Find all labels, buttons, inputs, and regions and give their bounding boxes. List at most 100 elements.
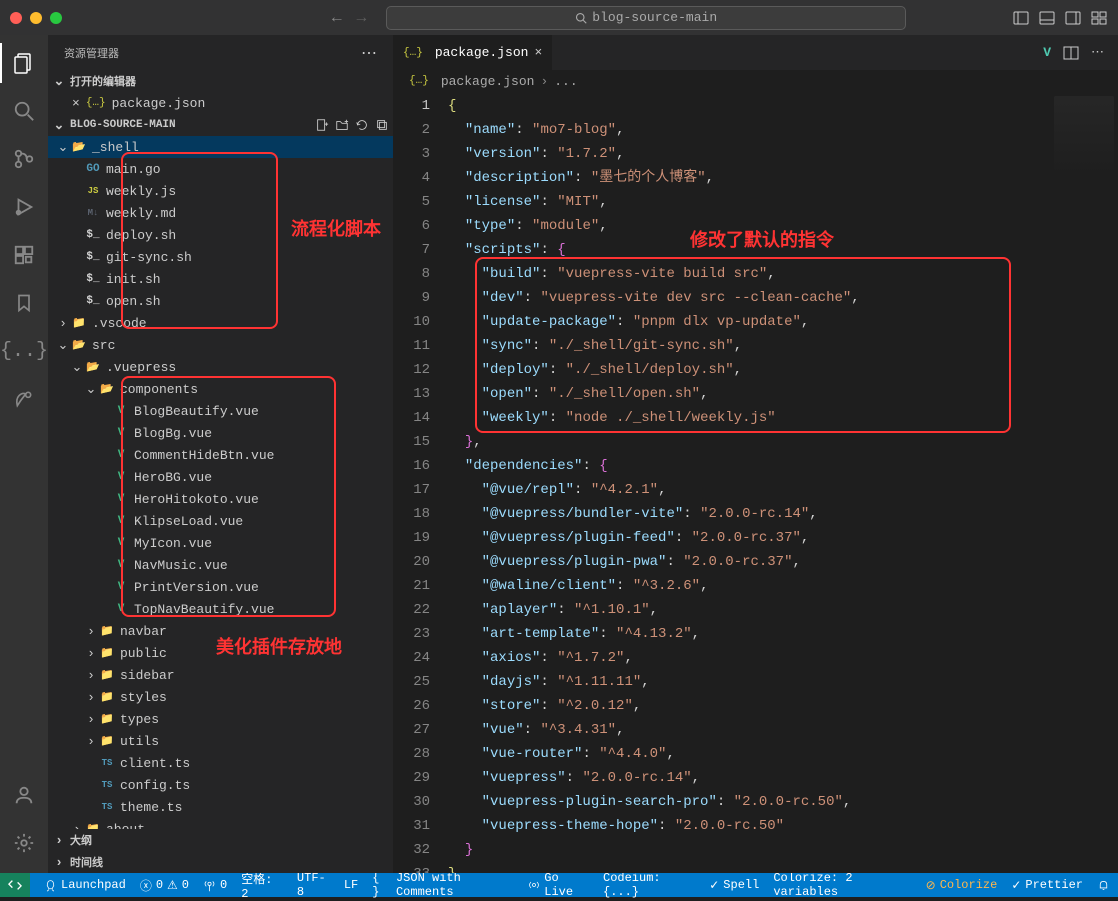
tree-file[interactable]: VHeroBG.vue — [48, 466, 393, 488]
more-actions-icon[interactable]: ⋯ — [1091, 45, 1104, 60]
tree-file[interactable]: $_deploy.sh — [48, 224, 393, 246]
tree-folder[interactable]: ›📁utils — [48, 730, 393, 752]
timeline-section[interactable]: › 时间线 — [48, 851, 393, 873]
tree-file[interactable]: VNavMusic.vue — [48, 554, 393, 576]
customize-layout-icon[interactable] — [1090, 9, 1108, 27]
run-debug-activity-icon[interactable] — [0, 187, 48, 227]
breadcrumb[interactable]: {…} package.json › ... — [393, 70, 1118, 92]
tree-file[interactable]: VBlogBg.vue — [48, 422, 393, 444]
go-live-status[interactable]: Go Live — [528, 871, 589, 899]
code-content: { "name": "mo7-blog", "version": "1.7.2"… — [448, 92, 1118, 873]
tree-file[interactable]: VKlipseLoad.vue — [48, 510, 393, 532]
prettier-status[interactable]: ✓Prettier — [1011, 878, 1083, 893]
tree-file[interactable]: TSclient.ts — [48, 752, 393, 774]
spaces-status[interactable]: 空格: 2 — [241, 870, 283, 901]
tree-item-label: types — [120, 712, 159, 727]
tree-folder[interactable]: ›📁styles — [48, 686, 393, 708]
project-section[interactable]: ⌄ BLOG-SOURCE-MAIN — [48, 114, 393, 136]
ports-status[interactable]: 0 — [203, 878, 227, 892]
search-icon — [575, 12, 587, 24]
tree-file[interactable]: VTopNavBeautify.vue — [48, 598, 393, 620]
notifications-status[interactable] — [1097, 879, 1110, 892]
chevron-right-icon: › — [540, 74, 548, 89]
tree-file[interactable]: GOmain.go — [48, 158, 393, 180]
refresh-icon[interactable] — [355, 118, 369, 132]
colorize-vars-status[interactable]: Colorize: 2 variables — [773, 871, 911, 899]
remote-button[interactable] — [0, 873, 30, 897]
layout-panel-icon[interactable] — [1038, 9, 1056, 27]
source-control-activity-icon[interactable] — [0, 139, 48, 179]
sidebar-more-icon[interactable]: ⋯ — [361, 43, 377, 63]
tree-folder[interactable]: ›📁about — [48, 818, 393, 829]
bookmark-activity-icon[interactable] — [0, 283, 48, 323]
settings-activity-icon[interactable] — [0, 823, 48, 863]
tree-file[interactable]: VBlogBeautify.vue — [48, 400, 393, 422]
maximize-window-button[interactable] — [50, 12, 62, 24]
problems-status[interactable]: ⓧ0 ⚠0 — [140, 877, 189, 894]
close-window-button[interactable] — [10, 12, 22, 24]
outline-section[interactable]: › 大纲 — [48, 829, 393, 851]
spell-status[interactable]: ✓Spell — [709, 878, 759, 893]
open-editor-item[interactable]: × {…} package.json — [48, 92, 393, 114]
tree-file[interactable]: TStheme.ts — [48, 796, 393, 818]
tab-package-json[interactable]: {…} package.json × — [393, 35, 552, 70]
tree-folder[interactable]: ›📁public — [48, 642, 393, 664]
tree-folder[interactable]: ›📁types — [48, 708, 393, 730]
codeium-activity-icon[interactable]: {..} — [0, 331, 48, 371]
launchpad-status[interactable]: Launchpad — [44, 878, 126, 892]
tree-item-label: about — [106, 822, 145, 830]
tree-file[interactable]: VMyIcon.vue — [48, 532, 393, 554]
command-center-search[interactable]: blog-source-main — [386, 6, 906, 30]
tree-item-label: HeroBG.vue — [134, 470, 212, 485]
tree-file[interactable]: VPrintVersion.vue — [48, 576, 393, 598]
file-tree[interactable]: ⌄📂_shellGOmain.goJSweekly.jsM↓weekly.md$… — [48, 136, 393, 829]
tree-file[interactable]: $_init.sh — [48, 268, 393, 290]
codeium-status[interactable]: Codeium: {...} — [603, 871, 695, 899]
new-file-icon[interactable] — [315, 118, 329, 132]
tree-folder[interactable]: ›📁navbar — [48, 620, 393, 642]
open-editors-section[interactable]: ⌄ 打开的编辑器 — [48, 70, 393, 92]
food-activity-icon[interactable] — [0, 379, 48, 419]
accounts-activity-icon[interactable] — [0, 775, 48, 815]
code-editor[interactable]: 1234567891011121314151617181920212223242… — [393, 92, 1118, 873]
encoding-status[interactable]: UTF-8 — [297, 871, 330, 899]
vue-mode-icon[interactable]: V — [1043, 45, 1051, 60]
tree-item-label: HeroHitokoto.vue — [134, 492, 259, 507]
chevron-down-icon: ⌄ — [52, 74, 66, 89]
nav-forward-button[interactable]: → — [357, 9, 367, 27]
minimize-window-button[interactable] — [30, 12, 42, 24]
search-activity-icon[interactable] — [0, 91, 48, 131]
tree-folder[interactable]: ›📁sidebar — [48, 664, 393, 686]
layout-secondary-icon[interactable] — [1064, 9, 1082, 27]
tree-file[interactable]: VHeroHitokoto.vue — [48, 488, 393, 510]
nav-back-button[interactable]: ← — [332, 9, 342, 27]
breadcrumb-more: ... — [554, 74, 577, 89]
tree-folder[interactable]: ›📁.vscode — [48, 312, 393, 334]
minimap[interactable] — [1054, 96, 1114, 176]
close-icon[interactable]: × — [72, 96, 80, 111]
tree-folder[interactable]: ⌄📂src — [48, 334, 393, 356]
language-mode-status[interactable]: { }JSON with Comments — [372, 871, 514, 899]
tree-file[interactable]: VCommentHideBtn.vue — [48, 444, 393, 466]
close-icon[interactable]: × — [534, 45, 542, 60]
new-folder-icon[interactable] — [335, 118, 349, 132]
colorize-status[interactable]: ⊘Colorize — [926, 878, 998, 893]
tree-file[interactable]: JSweekly.js — [48, 180, 393, 202]
tree-file[interactable]: $_git-sync.sh — [48, 246, 393, 268]
layout-primary-icon[interactable] — [1012, 9, 1030, 27]
tree-item-label: BlogBeautify.vue — [134, 404, 259, 419]
tree-file[interactable]: $_open.sh — [48, 290, 393, 312]
split-editor-icon[interactable] — [1063, 45, 1079, 61]
tree-file[interactable]: M↓weekly.md — [48, 202, 393, 224]
explorer-activity-icon[interactable] — [0, 43, 48, 83]
timeline-label: 时间线 — [70, 854, 103, 870]
eol-status[interactable]: LF — [344, 878, 358, 892]
tree-folder[interactable]: ⌄📂_shell — [48, 136, 393, 158]
tree-folder[interactable]: ⌄📂components — [48, 378, 393, 400]
collapse-all-icon[interactable] — [375, 118, 389, 132]
tree-folder[interactable]: ⌄📂.vuepress — [48, 356, 393, 378]
breadcrumb-file: package.json — [441, 74, 535, 89]
extensions-activity-icon[interactable] — [0, 235, 48, 275]
open-editor-name: package.json — [112, 96, 206, 111]
tree-file[interactable]: TSconfig.ts — [48, 774, 393, 796]
